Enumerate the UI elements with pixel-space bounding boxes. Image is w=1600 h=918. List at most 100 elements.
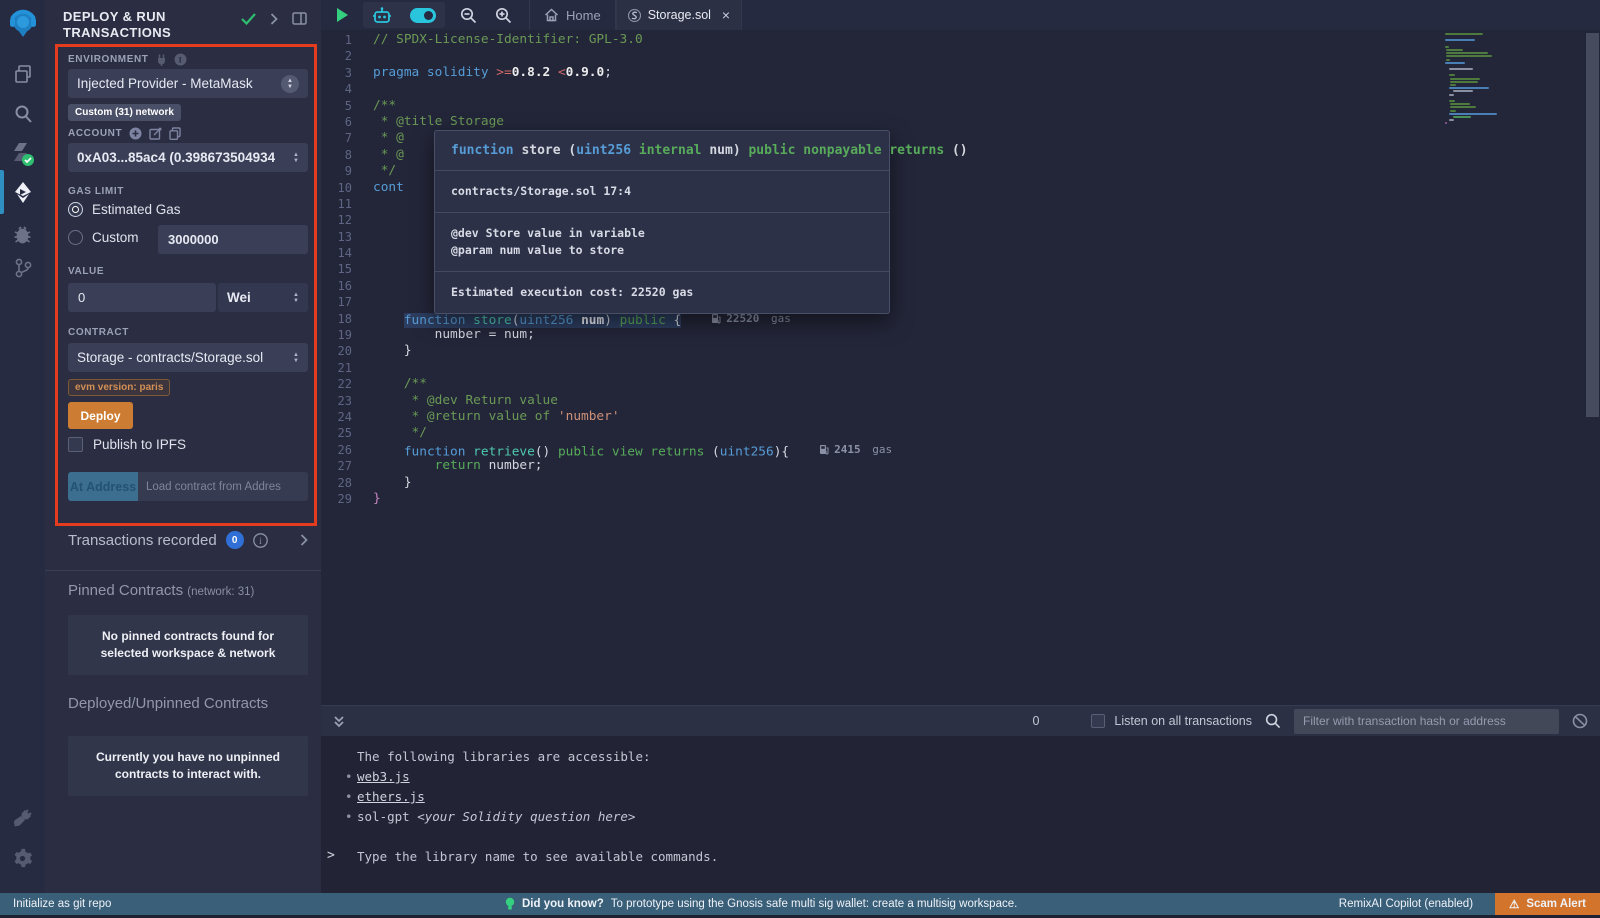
copilot-status[interactable]: RemixAI Copilot (enabled) (1339, 898, 1473, 910)
svg-text:i: i (259, 535, 262, 545)
terminal-line: •ethers.js (357, 787, 1600, 807)
contract-select[interactable]: Storage - contracts/Storage.sol ▲▼ (68, 343, 308, 372)
terminal-line: Type the library name to see available c… (357, 847, 1600, 867)
tooltip-gas: Estimated execution cost: 22520 gas (435, 272, 889, 313)
scrollbar-thumb[interactable] (1586, 33, 1599, 417)
tab-storage-sol[interactable]: Storage.sol × (616, 0, 742, 30)
publish-ipfs-row[interactable]: Publish to IPFS (68, 437, 186, 452)
debugger-icon[interactable] (0, 216, 45, 252)
scam-alert-button[interactable]: ⚠ Scam Alert (1495, 893, 1600, 915)
lightbulb-icon (505, 897, 515, 911)
deploy-button[interactable]: Deploy (68, 402, 133, 429)
tooltip-location: contracts/Storage.sol 17:4 (435, 171, 889, 213)
terminal-link[interactable]: web3.js (357, 769, 410, 784)
transactions-info-icon[interactable]: i (253, 533, 268, 548)
code-line: 28 } (321, 475, 1600, 491)
solidity-compiler-icon[interactable] (0, 137, 45, 173)
terminal-line: •web3.js (357, 767, 1600, 787)
code-line: 24 * @return value of 'number' (321, 409, 1600, 425)
code-line: 22 /** (321, 376, 1600, 392)
terminal-line (357, 827, 1600, 847)
code-line: 20 } (321, 343, 1600, 359)
activity-bar (0, 0, 45, 893)
git-init-status[interactable]: Initialize as git repo (13, 898, 111, 910)
at-address-input[interactable] (138, 472, 308, 501)
chevron-right-icon[interactable] (270, 13, 278, 25)
code-line: 6 * @title Storage (321, 114, 1600, 130)
estimated-gas-radio[interactable]: Estimated Gas (68, 202, 181, 217)
editor-tab-bar: Home Storage.sol × (321, 0, 1600, 30)
code-line: 26 function retrieve() public view retur… (321, 442, 1600, 458)
svg-text:i: i (178, 54, 182, 64)
value-unit-select[interactable]: Wei ▲▼ (218, 283, 308, 312)
code-line: 2 (321, 48, 1600, 64)
compile-success-check-icon (241, 13, 256, 25)
remix-ide-window: DEPLOY & RUN TRANSACTIONS ENVIRONMENT i … (0, 0, 1600, 918)
custom-gas-input[interactable] (158, 225, 308, 254)
unpinned-contracts-empty: Currently you have no unpinned contracts… (68, 736, 308, 796)
terminal-line: The following libraries are accessible: (357, 747, 1600, 767)
close-tab-icon[interactable]: × (722, 7, 730, 23)
environment-label: ENVIRONMENT i (68, 53, 187, 66)
terminal-output[interactable]: The following libraries are accessible:•… (321, 736, 1600, 893)
value-input[interactable] (68, 283, 216, 312)
evm-version-badge: evm version: paris (68, 379, 170, 396)
code-line: 27 return number; (321, 458, 1600, 474)
deploy-run-icon[interactable] (0, 172, 45, 212)
clear-console-icon[interactable] (1572, 713, 1588, 729)
terminal-header: 0 Listen on all transactions (321, 705, 1600, 736)
search-icon[interactable] (0, 96, 45, 132)
copilot-toggle-icon[interactable] (401, 0, 445, 30)
transactions-expand-icon[interactable] (300, 534, 308, 546)
warning-icon: ⚠ (1509, 897, 1519, 911)
at-address-button[interactable]: At Address (68, 472, 138, 501)
sign-message-icon[interactable] (149, 127, 162, 140)
code-line: 4 (321, 81, 1600, 97)
listen-all-transactions-row[interactable]: Listen on all transactions (1091, 714, 1252, 728)
solidity-file-icon (628, 9, 641, 22)
custom-gas-radio[interactable]: Custom (68, 230, 139, 245)
did-you-know-tip: Did you know? To prototype using the Gno… (505, 897, 1017, 911)
settings-gear-icon[interactable] (0, 840, 45, 876)
code-line: 23 * @dev Return value (321, 393, 1600, 409)
pinned-contracts-title: Pinned Contracts (network: 31) (68, 582, 254, 599)
code-line: 5/** (321, 98, 1600, 114)
gas-limit-label: GAS LIMIT (68, 186, 124, 197)
home-tab[interactable]: Home (530, 0, 615, 30)
listen-checkbox[interactable] (1091, 714, 1105, 728)
plug-icon[interactable] (156, 54, 167, 66)
code-line: 29} (321, 491, 1600, 507)
tooltip-signature: function store (uint256 internal num) pu… (435, 131, 889, 171)
git-icon[interactable] (0, 250, 45, 286)
pin-panel-icon[interactable] (292, 12, 307, 25)
code-line: 1// SPDX-License-Identifier: GPL-3.0 (321, 32, 1600, 48)
home-icon (544, 8, 559, 22)
copy-account-icon[interactable] (169, 127, 181, 140)
account-select[interactable]: 0xA03...85ac4 (0.398673504934 ▲▼ (68, 143, 308, 172)
zoom-out-icon[interactable] (451, 0, 486, 30)
environment-select[interactable]: Injected Provider - MetaMask ▲▼ (68, 69, 308, 98)
terminal-prompt[interactable]: > (327, 848, 335, 863)
run-script-icon[interactable] (321, 0, 357, 30)
terminal-search-icon[interactable] (1265, 713, 1281, 729)
plugin-manager-icon[interactable] (0, 800, 45, 836)
editor-scrollbar[interactable] (1585, 30, 1600, 705)
minimap[interactable] (1445, 33, 1540, 125)
terminal-link[interactable]: ethers.js (357, 789, 425, 804)
zoom-in-icon[interactable] (486, 0, 521, 30)
terminal-filter-input[interactable] (1294, 709, 1559, 734)
panel-title: DEPLOY & RUN TRANSACTIONS (63, 9, 223, 41)
value-label: VALUE (68, 266, 104, 277)
publish-ipfs-checkbox[interactable] (68, 437, 83, 452)
active-plugin-indicator (0, 170, 4, 214)
file-explorer-icon[interactable] (0, 56, 45, 92)
account-label: ACCOUNT (68, 127, 181, 140)
ai-copilot-robot-icon[interactable] (363, 0, 401, 30)
function-hover-tooltip: function store (uint256 internal num) pu… (434, 130, 890, 314)
remix-logo-icon[interactable] (0, 6, 45, 42)
gas-estimate-annotation: 2415 gas (819, 442, 892, 458)
info-icon[interactable]: i (174, 53, 187, 66)
add-account-icon[interactable] (129, 127, 142, 140)
terminal-collapse-icon[interactable] (333, 715, 345, 728)
code-line: 21 (321, 360, 1600, 376)
